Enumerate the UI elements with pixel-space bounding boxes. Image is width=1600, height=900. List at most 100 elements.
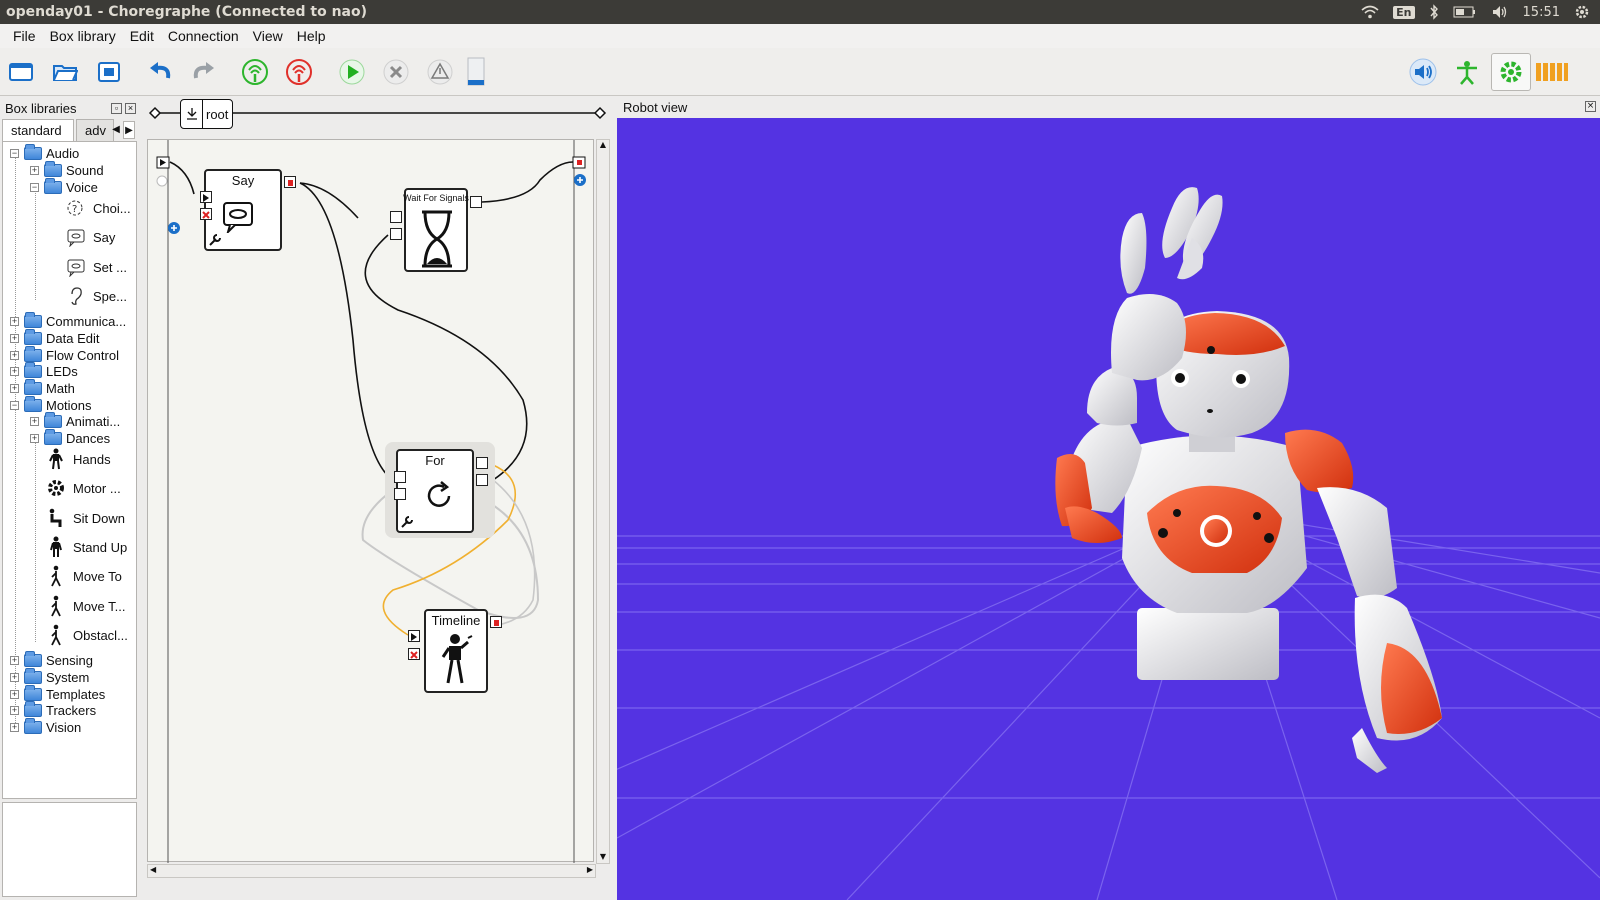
connect-icon[interactable] bbox=[239, 56, 271, 88]
redo-icon[interactable] bbox=[188, 56, 220, 88]
close-panel-button[interactable]: × bbox=[125, 102, 136, 114]
bluetooth-icon[interactable] bbox=[1429, 4, 1439, 20]
for-output-port-1[interactable] bbox=[476, 457, 488, 469]
tree-item-say[interactable]: Say bbox=[65, 223, 115, 251]
float-panel-button[interactable]: ▫ bbox=[111, 102, 122, 114]
warning-icon[interactable] bbox=[424, 56, 456, 88]
tree-item-trackers[interactable]: + Trackers bbox=[10, 700, 96, 718]
folder-icon bbox=[44, 177, 62, 194]
scroll-up-icon[interactable]: ▲ bbox=[597, 140, 609, 149]
ear-icon bbox=[65, 285, 87, 307]
say-output-port[interactable] bbox=[284, 176, 296, 188]
menu-edit[interactable]: Edit bbox=[123, 28, 161, 44]
battery-indicator-icon[interactable] bbox=[1453, 6, 1477, 18]
tree-item-move-toward[interactable]: Move T... bbox=[45, 592, 126, 620]
menu-help[interactable]: Help bbox=[290, 28, 333, 44]
tree-item-stand-up[interactable]: Stand Up bbox=[45, 533, 127, 561]
wifi-icon[interactable] bbox=[1361, 5, 1379, 19]
tab-scroll-left-icon[interactable]: ◀ bbox=[110, 121, 122, 139]
tree-item-set-language[interactable]: Set ... bbox=[65, 253, 127, 281]
tree-item-leds[interactable]: + LEDs bbox=[10, 361, 78, 379]
robot-3d-scene[interactable] bbox=[617, 118, 1600, 900]
tree-item-hands[interactable]: Hands bbox=[45, 445, 111, 473]
breadcrumb-root[interactable]: root bbox=[203, 107, 228, 122]
for-input-port-2[interactable] bbox=[394, 488, 406, 500]
volume-icon[interactable] bbox=[1407, 56, 1439, 88]
wait-input-port-2[interactable] bbox=[390, 228, 402, 240]
tree-item-motions[interactable]: − Motions bbox=[10, 395, 92, 413]
close-robot-view-button[interactable]: × bbox=[1585, 101, 1596, 112]
tab-standard[interactable]: standard bbox=[2, 119, 74, 141]
tree-item-templates[interactable]: + Templates bbox=[10, 684, 105, 702]
for-input-port-1[interactable] bbox=[394, 471, 406, 483]
wrench-icon[interactable] bbox=[400, 515, 414, 529]
volume-tray-icon[interactable] bbox=[1491, 5, 1509, 19]
wait-for-signals-box[interactable]: Wait For Signals bbox=[403, 188, 469, 272]
flow-horizontal-scrollbar[interactable]: ◀ ▶ bbox=[147, 864, 596, 878]
tab-scroll-right-icon[interactable]: ▶ bbox=[123, 121, 135, 139]
timeline-output-port[interactable] bbox=[490, 616, 502, 628]
robot-view-title: Robot view bbox=[623, 100, 688, 115]
save-project-icon[interactable] bbox=[93, 56, 125, 88]
undo-icon[interactable] bbox=[144, 56, 176, 88]
tree-item-sit-down[interactable]: Sit Down bbox=[45, 504, 125, 532]
tree-item-data-edit[interactable]: + Data Edit bbox=[10, 328, 99, 346]
tree-item-choice[interactable]: ? Choi... bbox=[65, 194, 131, 222]
scroll-right-icon[interactable]: ▶ bbox=[587, 865, 593, 874]
tree-item-sensing[interactable]: + Sensing bbox=[10, 650, 93, 668]
timeline-stop-port[interactable] bbox=[408, 648, 420, 660]
disconnect-icon[interactable] bbox=[283, 56, 315, 88]
for-box[interactable]: For bbox=[396, 449, 474, 533]
folder-icon bbox=[24, 378, 42, 395]
say-box[interactable]: Say bbox=[204, 169, 282, 251]
wait-input-port-1[interactable] bbox=[390, 211, 402, 223]
say-stop-port[interactable] bbox=[200, 208, 212, 220]
folder-icon bbox=[24, 328, 42, 345]
box-libraries-header: Box libraries ▫ × bbox=[0, 97, 140, 119]
floor-grid bbox=[617, 187, 1600, 900]
open-project-icon[interactable] bbox=[49, 56, 81, 88]
wait-output-port[interactable] bbox=[470, 196, 482, 208]
scroll-down-icon[interactable]: ▼ bbox=[597, 852, 609, 861]
folder-icon bbox=[24, 700, 42, 717]
tree-item-motor[interactable]: Motor ... bbox=[45, 474, 121, 502]
timeline-box[interactable]: Timeline bbox=[424, 609, 488, 693]
flow-vertical-scrollbar[interactable]: ▲ ▼ bbox=[596, 139, 610, 864]
menu-file[interactable]: File bbox=[6, 28, 43, 44]
tree-item-communication[interactable]: + Communica... bbox=[10, 311, 126, 329]
menu-connection[interactable]: Connection bbox=[161, 28, 246, 44]
tab-advanced[interactable]: adv bbox=[76, 119, 114, 141]
tree-item-system[interactable]: + System bbox=[10, 667, 89, 685]
for-output-port-2[interactable] bbox=[476, 474, 488, 486]
breadcrumb[interactable]: root bbox=[180, 99, 233, 129]
say-input-port[interactable] bbox=[200, 191, 212, 203]
tree-item-obstacle[interactable]: Obstacl... bbox=[45, 621, 128, 649]
scroll-left-icon[interactable]: ◀ bbox=[150, 865, 156, 874]
tree-item-audio[interactable]: − Audio bbox=[10, 143, 79, 161]
menu-box-library[interactable]: Box library bbox=[43, 28, 123, 44]
flow-canvas[interactable]: Say Wait For Signals For Timeline bbox=[147, 139, 594, 863]
timeline-input-port[interactable] bbox=[408, 630, 420, 642]
menu-view[interactable]: View bbox=[246, 28, 290, 44]
new-project-icon[interactable] bbox=[5, 56, 37, 88]
keyboard-layout-indicator[interactable]: En bbox=[1393, 5, 1415, 19]
battery-icon[interactable] bbox=[460, 56, 492, 88]
stop-icon[interactable] bbox=[380, 56, 412, 88]
tree-item-flow-control[interactable]: + Flow Control bbox=[10, 345, 119, 363]
wrench-icon[interactable] bbox=[208, 233, 222, 247]
play-icon[interactable] bbox=[336, 56, 368, 88]
clock[interactable]: 15:51 bbox=[1523, 5, 1560, 20]
autonomous-life-icon[interactable] bbox=[1491, 53, 1531, 91]
tree-item-sound[interactable]: + Sound bbox=[30, 160, 104, 178]
tree-item-voice[interactable]: − Voice bbox=[30, 177, 98, 195]
tree-item-dances[interactable]: + Dances bbox=[30, 428, 110, 446]
settings-gear-icon[interactable] bbox=[1574, 4, 1590, 20]
robot-stiffness-icon[interactable] bbox=[1451, 56, 1483, 88]
root-level-icon bbox=[181, 100, 203, 128]
tree-item-move-to[interactable]: Move To bbox=[45, 562, 122, 590]
tree-item-math[interactable]: + Math bbox=[10, 378, 75, 396]
tree-item-vision[interactable]: + Vision bbox=[10, 717, 81, 735]
tree-item-speech-reco[interactable]: Spe... bbox=[65, 282, 127, 310]
tree-item-animations[interactable]: + Animati... bbox=[30, 411, 120, 429]
library-tabs: standard adv ◀ ▶ bbox=[2, 119, 138, 141]
